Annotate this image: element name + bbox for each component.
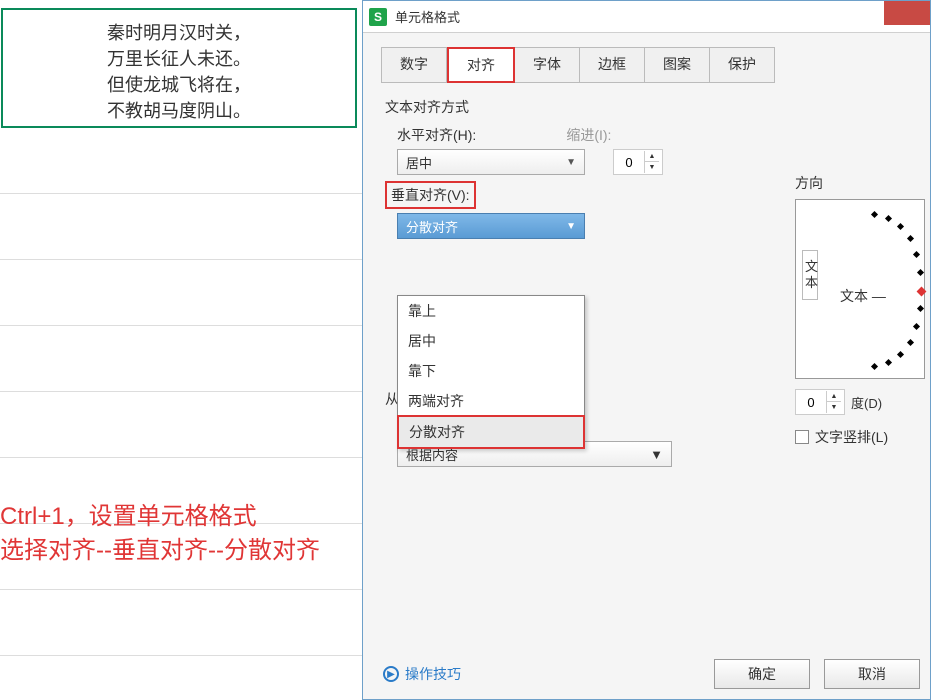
spinner-down-icon[interactable]: ▼ [827, 402, 841, 413]
tab-font[interactable]: 字体 [515, 47, 580, 83]
play-icon: ▶ [383, 666, 399, 682]
cell-line: 秦时明月汉时关， [107, 20, 251, 46]
tab-align[interactable]: 对齐 [447, 47, 515, 83]
tab-pattern[interactable]: 图案 [645, 47, 710, 83]
dropdown-item-bottom[interactable]: 靠下 [398, 356, 584, 386]
dialog-title: 单元格格式 [395, 7, 460, 26]
grid-row[interactable] [0, 326, 362, 392]
spinner-down-icon[interactable]: ▼ [645, 162, 659, 173]
tips-link[interactable]: ▶ 操作技巧 [383, 664, 461, 684]
grid-row[interactable] [0, 194, 362, 260]
orientation-arc[interactable] [830, 212, 924, 372]
chevron-down-icon: ▼ [650, 447, 663, 462]
cell-line: 万里长征人未还。 [107, 46, 251, 72]
vertical-align-dropdown: 靠上 居中 靠下 两端对齐 分散对齐 [397, 295, 585, 449]
annotation-overlay: Ctrl+1，设置单元格格式 选择对齐--垂直对齐--分散对齐 [0, 500, 320, 568]
grid-row[interactable] [0, 590, 362, 656]
app-icon: S [369, 8, 387, 26]
vertical-align-label: 垂直对齐(V): [385, 181, 476, 209]
indent-input[interactable] [614, 155, 644, 170]
dropdown-item-top[interactable]: 靠上 [398, 296, 584, 326]
annotation-line: Ctrl+1，设置单元格格式 [0, 500, 320, 534]
degree-input[interactable] [796, 395, 826, 410]
vertical-text-label: 文字竖排(L) [815, 427, 888, 447]
indent-spinner[interactable]: ▲ ▼ [613, 149, 663, 175]
grid-row[interactable] [0, 260, 362, 326]
horizontal-align-label: 水平对齐(H): [385, 125, 476, 145]
vertical-align-value: 分散对齐 [406, 217, 458, 236]
grid-row[interactable] [0, 392, 362, 458]
grid [0, 128, 362, 656]
grid-row[interactable] [0, 128, 362, 194]
selected-cell[interactable]: 秦时明月汉时关， 万里长征人未还。 但使龙城飞将在， 不教胡马度阴山。 [1, 8, 357, 128]
tab-bar: 数字 对齐 字体 边框 图案 保护 [363, 33, 930, 83]
text-align-section-label: 文本对齐方式 [385, 97, 908, 117]
spreadsheet-area: 秦时明月汉时关， 万里长征人未还。 但使龙城飞将在， 不教胡马度阴山。 Ctrl… [0, 0, 362, 700]
tab-number[interactable]: 数字 [381, 47, 447, 83]
cell-format-dialog: S 单元格格式 数字 对齐 字体 边框 图案 保护 文本对齐方式 水平对齐(H)… [362, 0, 931, 700]
tab-border[interactable]: 边框 [580, 47, 645, 83]
cell-line: 但使龙城飞将在， [107, 72, 251, 98]
close-button[interactable] [884, 1, 930, 25]
dropdown-item-distributed[interactable]: 分散对齐 [397, 415, 585, 449]
spinner-up-icon[interactable]: ▲ [645, 151, 659, 162]
vertical-text-button[interactable]: 文 本 [802, 250, 818, 300]
dialog-footer: ▶ 操作技巧 确定 取消 [383, 659, 920, 689]
chevron-down-icon: ▼ [566, 221, 576, 232]
titlebar[interactable]: S 单元格格式 [363, 1, 930, 33]
spinner-up-icon[interactable]: ▲ [827, 391, 841, 402]
dropdown-item-middle[interactable]: 居中 [398, 326, 584, 356]
horizontal-align-value: 居中 [406, 153, 432, 172]
cancel-button[interactable]: 取消 [824, 659, 920, 689]
chevron-down-icon: ▼ [566, 157, 576, 168]
orientation-panel: 方向 文 本 文本 — [795, 173, 930, 447]
tab-protect[interactable]: 保护 [710, 47, 775, 83]
cell-line: 不教胡马度阴山。 [107, 98, 251, 124]
dialog-content: 文本对齐方式 水平对齐(H): 缩进(I): 居中 ▼ ▲ ▼ 垂直对齐(V): [363, 83, 930, 683]
annotation-line: 选择对齐--垂直对齐--分散对齐 [0, 534, 320, 568]
tips-label: 操作技巧 [405, 664, 461, 684]
orientation-label: 方向 [795, 173, 930, 193]
degree-spinner[interactable]: ▲ ▼ [795, 389, 845, 415]
orientation-box[interactable]: 文 本 文本 — [795, 199, 925, 379]
indent-label: 缩进(I): [566, 125, 611, 145]
vertical-align-combo[interactable]: 分散对齐 ▼ [397, 213, 585, 239]
degree-unit-label: 度(D) [851, 393, 882, 412]
vertical-text-checkbox[interactable] [795, 430, 809, 444]
ok-button[interactable]: 确定 [714, 659, 810, 689]
dropdown-item-justify[interactable]: 两端对齐 [398, 386, 584, 416]
horizontal-align-combo[interactable]: 居中 ▼ [397, 149, 585, 175]
